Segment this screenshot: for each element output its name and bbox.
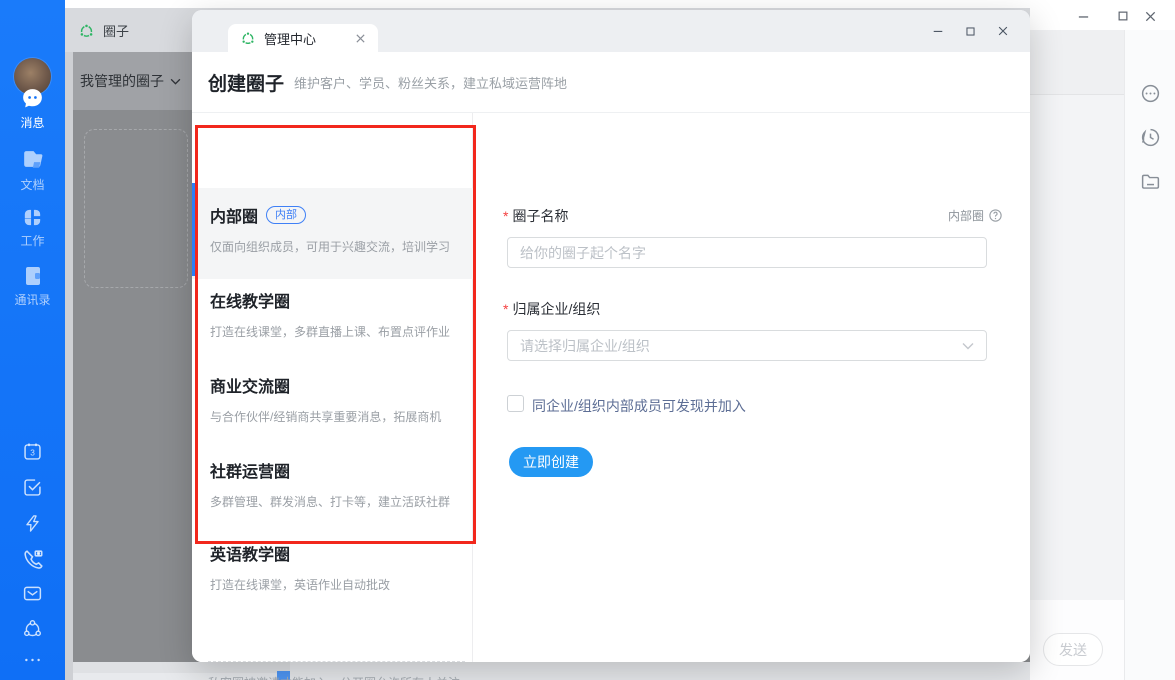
svg-text:3: 3 (30, 448, 35, 458)
dimmed-bottom-shade (73, 662, 290, 673)
tab-management-center[interactable]: 管理中心 (228, 24, 378, 52)
my-circles-dropdown[interactable]: 我管理的圈子 (80, 52, 181, 110)
type-item-internal[interactable]: 内部圈 内部 仅面向组织成员，可用于兴趣交流，培训学习 (192, 203, 473, 255)
internal-badge: 内部 (266, 206, 306, 224)
chevron-down-icon (170, 78, 181, 85)
sidebar-item-messages[interactable]: 消息 (0, 86, 65, 131)
work-grid-icon (21, 206, 44, 229)
required-mark: * (503, 208, 508, 224)
privacy-note: 私密圈被邀请才能加入，公开圈允许所有人关注 (208, 674, 460, 680)
right-tool-rail (1124, 30, 1175, 680)
modal-body: 创建圈子 维护客户、学员、粉丝关系，建立私域运营阵地 内部圈 内部 仅面向组织成… (192, 52, 1030, 662)
type-item-community[interactable]: 社群运营圈 多群管理、群发消息、打卡等，建立活跃社群 (192, 458, 473, 510)
send-button-label: 发送 (1059, 640, 1087, 660)
sidebar-item-docs-label: 文档 (0, 176, 65, 193)
sidebar-item-docs[interactable]: 文档 (0, 148, 65, 193)
chat-side-panel: 发送 (1030, 30, 1124, 680)
circle-type-helper: 内部圈 (948, 207, 1003, 224)
mail-icon[interactable] (0, 583, 65, 604)
document-icon (20, 148, 45, 173)
lightning-icon[interactable] (0, 513, 65, 534)
page-title: 创建圈子 (208, 69, 284, 96)
send-button[interactable]: 发送 (1043, 633, 1103, 666)
type-item-community-name: 社群运营圈 (210, 458, 290, 482)
calendar-icon[interactable]: 3 (0, 441, 65, 462)
window-maximize-button[interactable] (1111, 4, 1135, 28)
org-select[interactable]: 请选择归属企业/组织 (507, 330, 987, 361)
tab-close-icon[interactable] (355, 33, 366, 44)
type-item-online-teaching-desc: 打造在线课堂，多群直播上课、布置点评作业 (192, 323, 473, 340)
type-item-internal-name: 内部圈 (210, 203, 258, 227)
type-item-english-teaching[interactable]: 英语教学圈 打造在线课堂，英语作业自动批改 (192, 541, 473, 593)
chevron-down-icon (962, 342, 974, 350)
circles-icon[interactable] (0, 618, 65, 639)
discoverable-checkbox-label[interactable]: 同企业/组织内部成员可发现并加入 (532, 396, 746, 416)
circles-green-icon (240, 30, 256, 46)
dashed-divider (208, 661, 465, 662)
dimmed-placeholder-card (84, 129, 188, 288)
my-circles-dropdown-label: 我管理的圈子 (80, 71, 164, 91)
type-item-internal-desc: 仅面向组织成员，可用于兴趣交流，培训学习 (192, 238, 473, 255)
page-subtitle: 维护客户、学员、粉丝关系，建立私域运营阵地 (294, 73, 567, 92)
circle-type-helper-label: 内部圈 (948, 207, 984, 224)
modal-close-button[interactable] (991, 20, 1015, 42)
help-icon[interactable] (988, 208, 1003, 223)
contacts-book-icon (21, 264, 45, 288)
sidebar-item-work[interactable]: 工作 (0, 206, 65, 249)
tab-quanzi[interactable]: 圈子 (78, 8, 129, 52)
tab-quanzi-label: 圈子 (103, 21, 129, 40)
dimmed-window-edge (65, 52, 73, 680)
chat-history-icon[interactable] (1125, 127, 1175, 148)
app-root: 圈子 我管理的圈子 发送 (0, 0, 1175, 680)
todo-check-icon[interactable] (0, 477, 65, 498)
app-sidebar: 消息 文档 工作 通讯录 (0, 0, 65, 680)
circle-name-label: *圈子名称 (503, 206, 568, 226)
tab-management-center-label: 管理中心 (264, 29, 316, 48)
sidebar-item-work-label: 工作 (0, 232, 65, 249)
type-item-community-desc: 多群管理、群发消息、打卡等，建立活跃社群 (192, 493, 473, 510)
folder-icon[interactable] (1125, 171, 1175, 192)
type-item-business-desc: 与合作伙伴/经销商共享重要消息，拓展商机 (192, 408, 473, 425)
type-item-english-teaching-name: 英语教学圈 (210, 541, 290, 565)
org-label: *归属企业/组织 (503, 299, 600, 319)
create-now-button[interactable]: 立即创建 (509, 447, 593, 477)
chat-header-sliver (1030, 30, 1124, 95)
circles-green-icon (78, 22, 95, 39)
create-circle-form: *圈子名称 内部圈 *归属企业/组织 请选择归属企业/组织 (473, 113, 1030, 662)
type-item-online-teaching-name: 在线教学圈 (210, 288, 290, 312)
more-circle-icon[interactable] (1125, 83, 1175, 104)
create-now-button-label: 立即创建 (523, 452, 579, 472)
type-item-online-teaching[interactable]: 在线教学圈 打造在线课堂，多群直播上课、布置点评作业 (192, 288, 473, 340)
modal-header: 创建圈子 维护客户、学员、粉丝关系，建立私域运营阵地 (192, 52, 1030, 113)
more-dots-icon[interactable] (0, 656, 65, 664)
sidebar-item-messages-label: 消息 (0, 114, 65, 131)
circle-name-input[interactable] (507, 237, 987, 268)
type-item-english-teaching-desc: 打造在线课堂，英语作业自动批改 (192, 576, 473, 593)
discoverable-checkbox[interactable] (507, 395, 524, 412)
org-select-placeholder: 请选择归属企业/组织 (520, 336, 650, 356)
circle-type-panel: 内部圈 内部 仅面向组织成员，可用于兴趣交流，培训学习 在线教学圈 打造在线课堂… (192, 113, 473, 662)
modal-titlebar: 管理中心 (192, 10, 1030, 52)
modal-maximize-button[interactable] (958, 20, 982, 42)
create-circle-modal: 管理中心 创建圈子 维护客户、学员、粉丝关系，建立私域运营阵地 (192, 10, 1030, 662)
sidebar-item-contacts-label: 通讯录 (0, 291, 65, 308)
modal-minimize-button[interactable] (926, 20, 950, 42)
video-call-icon[interactable] (0, 548, 65, 570)
chat-bubble-icon (20, 86, 45, 111)
window-close-button[interactable] (1138, 4, 1162, 28)
sidebar-item-contacts[interactable]: 通讯录 (0, 264, 65, 308)
type-item-business[interactable]: 商业交流圈 与合作伙伴/经销商共享重要消息，拓展商机 (192, 373, 473, 425)
window-minimize-button[interactable] (1071, 4, 1095, 28)
type-item-business-name: 商业交流圈 (210, 373, 290, 397)
